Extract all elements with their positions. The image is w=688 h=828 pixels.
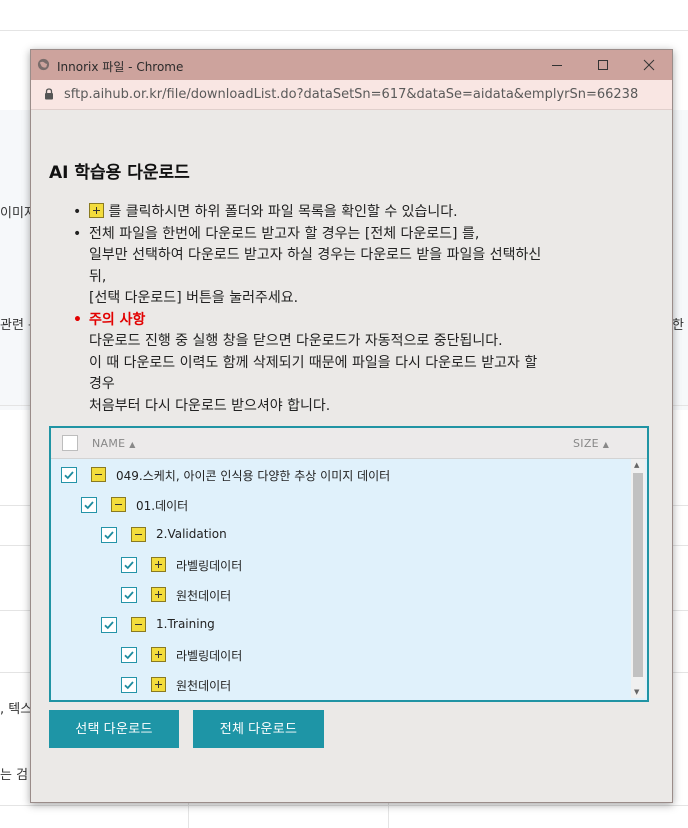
instruction-text: 전체 파일을 한번에 다운로드 받고자 할 경우는 [전체 다운로드] 를,	[89, 225, 480, 242]
tree-row-checkbox[interactable]	[121, 647, 137, 663]
instruction-item: • 전체 파일을 한번에 다운로드 받고자 할 경우는 [전체 다운로드] 를,…	[71, 224, 651, 310]
bullet-icon: •	[73, 225, 82, 242]
tree-row-checkbox[interactable]	[101, 617, 117, 633]
collapse-icon[interactable]	[91, 467, 106, 482]
bg-text-fragment: 는 검	[0, 768, 29, 783]
check-icon	[64, 471, 74, 480]
selected-download-button[interactable]: 선택 다운로드	[49, 710, 179, 748]
tree-row-checkbox[interactable]	[101, 527, 117, 543]
page-title: AI 학습용 다운로드	[49, 163, 190, 183]
size-column-header[interactable]: SIZE ▲	[573, 437, 609, 450]
tree-row-checkbox[interactable]	[121, 587, 137, 603]
instruction-text: 뒤,	[89, 268, 107, 285]
instruction-item: • 를 클릭하시면 하위 폴더와 파일 목록을 확인할 수 있습니다.	[71, 202, 651, 224]
expand-icon[interactable]	[151, 677, 166, 692]
url-text[interactable]: sftp.aihub.or.kr/file/downloadList.do?da…	[64, 87, 638, 102]
bullet-icon: •	[73, 311, 82, 328]
tree-row[interactable]: 049.스케치, 아이콘 인식용 다양한 추상 이미지 데이터	[51, 459, 629, 489]
minimize-icon	[552, 65, 562, 66]
tree-row-label: 049.스케치, 아이콘 인식용 다양한 추상 이미지 데이터	[116, 469, 391, 483]
sort-asc-icon: ▲	[129, 440, 136, 449]
bullet-icon: •	[73, 204, 82, 220]
popup-window: Innorix 파일 - Chrome sftp.aihub.or.kr/fil…	[30, 49, 673, 803]
expand-icon[interactable]	[151, 587, 166, 602]
check-icon	[84, 501, 94, 510]
warning-text: 경우	[89, 376, 115, 392]
warning-text: 다운로드 진행 중 실행 창을 닫으면 다운로드가 자동적으로 중단됩니다.	[89, 333, 503, 349]
expand-icon[interactable]	[151, 557, 166, 572]
bg-col-divider	[188, 800, 189, 828]
plus-icon	[89, 203, 104, 218]
collapse-icon[interactable]	[131, 617, 146, 632]
warning-text: 이 때 다운로드 이력도 함께 삭제되기 때문에 파일을 다시 다운로드 받고자…	[89, 354, 538, 371]
sort-asc-icon: ▲	[602, 440, 610, 449]
bg-col-divider	[388, 800, 389, 828]
tree-scrollbar[interactable]: ▲ ▼	[631, 459, 645, 698]
tree-row-label: 1.Training	[156, 617, 215, 631]
tree-row-label: 라벨링데이터	[176, 649, 243, 663]
warning-item: • 주의 사항 다운로드 진행 중 실행 창을 닫으면 다운로드가 자동적으로 …	[71, 310, 651, 418]
check-icon	[104, 531, 114, 540]
tree-row-label: 2.Validation	[156, 527, 227, 541]
scroll-thumb[interactable]	[633, 473, 643, 677]
collapse-icon[interactable]	[111, 497, 126, 512]
tree-row-checkbox[interactable]	[81, 497, 97, 513]
expand-icon[interactable]	[151, 647, 166, 662]
scroll-up-icon[interactable]: ▲	[634, 461, 639, 469]
file-tree-panel: NAME ▲ SIZE ▲ 049.스케치, 아이콘 인식용 다양한 추상 이미…	[49, 426, 649, 702]
window-titlebar[interactable]: Innorix 파일 - Chrome	[31, 50, 672, 80]
tree-row-checkbox[interactable]	[121, 557, 137, 573]
popup-content: AI 학습용 다운로드 • 를 클릭하시면 하위 폴더와 파일 목록을 확인할 …	[31, 110, 672, 802]
tree-row-label: 라벨링데이터	[176, 559, 243, 573]
tree-row[interactable]: 라벨링데이터	[51, 639, 629, 669]
tree-row-label: 원천데이터	[176, 679, 232, 693]
collapse-icon[interactable]	[131, 527, 146, 542]
globe-icon	[37, 58, 50, 71]
tree-row[interactable]: 01.데이터	[51, 489, 629, 519]
maximize-button[interactable]	[580, 50, 626, 80]
maximize-icon	[598, 60, 608, 70]
tree-row[interactable]: 라벨링데이터	[51, 549, 629, 579]
close-icon	[643, 59, 655, 71]
bg-text-fragment: , 텍스	[0, 702, 33, 717]
minimize-button[interactable]	[534, 50, 580, 80]
close-button[interactable]	[626, 50, 672, 80]
address-bar[interactable]: sftp.aihub.or.kr/file/downloadList.do?da…	[31, 80, 672, 110]
tree-row-checkbox[interactable]	[61, 467, 77, 483]
bg-text-fragment: 한	[672, 318, 684, 333]
warning-title: 주의 사항	[89, 311, 146, 328]
check-icon	[104, 621, 114, 630]
tree-row[interactable]: 1.Training	[51, 609, 629, 639]
window-title: Innorix 파일 - Chrome	[57, 60, 184, 74]
check-icon	[124, 681, 134, 690]
all-download-button[interactable]: 전체 다운로드	[193, 710, 324, 748]
select-all-checkbox[interactable]	[62, 435, 78, 451]
tree-row[interactable]: 원천데이터	[51, 669, 629, 699]
check-icon	[124, 561, 134, 570]
tree-row[interactable]: 2.Validation	[51, 519, 629, 549]
tree-row-label: 원천데이터	[176, 589, 232, 603]
check-icon	[124, 591, 134, 600]
instructions-list: • 를 클릭하시면 하위 폴더와 파일 목록을 확인할 수 있습니다. • 전체…	[71, 202, 651, 417]
warning-text: 처음부터 다시 다운로드 받으셔야 합니다.	[89, 397, 331, 414]
bg-divider	[0, 30, 688, 31]
lock-icon	[45, 88, 53, 100]
file-tree-header: NAME ▲ SIZE ▲	[51, 428, 647, 459]
tree-row-label: 01.데이터	[136, 499, 189, 513]
tree-row-checkbox[interactable]	[121, 677, 137, 693]
name-column-header[interactable]: NAME ▲	[92, 437, 136, 450]
check-icon	[124, 651, 134, 660]
instruction-text: 를 클릭하시면 하위 폴더와 파일 목록을 확인할 수 있습니다.	[108, 204, 458, 220]
tree-row[interactable]: 원천데이터	[51, 579, 629, 609]
instruction-text: [선택 다운로드] 버튼을 눌러주세요.	[89, 290, 299, 306]
bg-divider	[0, 805, 688, 806]
scroll-down-icon[interactable]: ▼	[634, 688, 639, 696]
instruction-text: 일부만 선택하여 다운로드 받고자 하실 경우는 다운로드 받을 파일을 선택하…	[89, 247, 542, 263]
